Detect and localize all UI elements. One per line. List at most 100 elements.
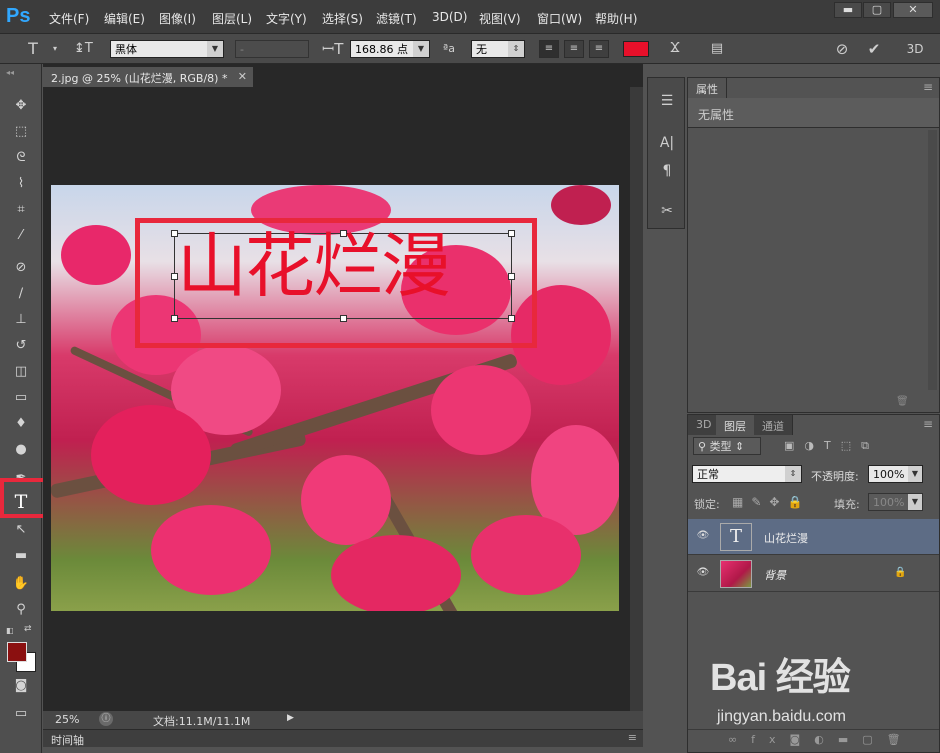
blossom [91, 405, 211, 505]
font-size-value: 168.86 点 [355, 43, 408, 56]
font-style-value: - [240, 43, 244, 56]
align-left-button[interactable]: ≡ [539, 40, 559, 58]
menu-image[interactable]: 图像(I) [159, 10, 196, 27]
panel-menu-icon[interactable]: ≡ [628, 731, 637, 744]
chevron-down-icon[interactable]: ▾ [46, 41, 64, 57]
crop-tool-icon[interactable]: ⌗ [9, 200, 33, 220]
warp-text-icon[interactable]: Ϫ [666, 41, 684, 57]
zoom-level[interactable]: 25% [55, 713, 79, 726]
align-right-button[interactable]: ≡ [589, 40, 609, 58]
font-style-select[interactable]: - [235, 40, 309, 58]
timeline-panel-bar[interactable]: 时间轴 ≡ [43, 729, 643, 747]
lock-icons[interactable]: ▦✎✥🔒 [732, 495, 810, 509]
gradient-tool-icon[interactable]: ▭ [9, 388, 33, 408]
menu-window[interactable]: 窗口(W) [537, 10, 582, 27]
menu-3d[interactable]: 3D(D) [432, 10, 467, 24]
text-orientation-icon[interactable]: ↨T [74, 41, 93, 57]
layer-filter-select[interactable]: ⚲ 类型 ⇕ [693, 437, 761, 455]
lasso-tool-icon[interactable]: ᘓ [9, 148, 33, 168]
chevron-down-icon: ▼ [207, 41, 223, 57]
character-panel-icon[interactable]: A| [658, 134, 676, 152]
document-size: 文档:11.1M/11.1M [153, 715, 251, 728]
shape-tool-icon[interactable]: ▬ [9, 546, 33, 566]
layer-name[interactable]: 山花烂漫 [764, 530, 808, 546]
cancel-icon[interactable]: ⊘ [833, 41, 851, 57]
opacity-value: 100% [873, 468, 905, 481]
menu-edit[interactable]: 编辑(E) [104, 10, 145, 27]
text-color-swatch[interactable] [623, 41, 649, 57]
minimize-button[interactable]: ▬ [834, 2, 862, 18]
tab-channels[interactable]: 通道 [754, 415, 793, 435]
path-select-tool-icon[interactable]: ↖ [9, 520, 33, 540]
status-info-icon[interactable]: ⓘ [99, 712, 113, 726]
font-family-select[interactable]: 黑体 ▼ [110, 40, 224, 58]
marquee-tool-icon[interactable]: ⬚ [9, 122, 33, 142]
blossom [301, 455, 391, 545]
menu-select[interactable]: 选择(S) [322, 10, 363, 27]
blossom [331, 535, 461, 611]
layer-filter-icons[interactable]: ▣◑T⬚⧉ [784, 439, 879, 453]
collapse-icon[interactable]: ◂◂ [6, 68, 14, 77]
screen-mode-icon[interactable]: ▭ [9, 704, 33, 724]
align-center-button[interactable]: ≡ [564, 40, 584, 58]
no-properties-text: 无属性 [698, 108, 735, 122]
menu-file[interactable]: 文件(F) [49, 10, 89, 27]
maximize-button[interactable]: ▢ [863, 2, 891, 18]
eraser-tool-icon[interactable]: ◫ [9, 362, 33, 382]
vertical-scrollbar[interactable] [630, 87, 643, 711]
clone-stamp-tool-icon[interactable]: ⊥ [9, 310, 33, 330]
menu-help[interactable]: 帮助(H) [595, 10, 637, 27]
options-bar: T ▾ ↨T 黑体 ▼ - ꟷT 168.86 点 ▼ ªa 无 ⇕ ≡ ≡ ≡ Ϫ … [0, 34, 940, 64]
blend-mode-select[interactable]: 正常 ⇕ [692, 465, 802, 483]
eye-icon[interactable]: 👁 [696, 530, 710, 542]
blur-tool-icon[interactable]: ♦ [9, 414, 33, 434]
menu-layer[interactable]: 图层(L) [212, 10, 252, 27]
eyedropper-tool-icon[interactable]: ⁄ [9, 226, 33, 246]
layer-row-background[interactable]: 👁 背景 🔒 [688, 556, 939, 592]
layer-name[interactable]: 背景 [764, 567, 786, 583]
properties-tab[interactable]: 属性 [688, 78, 727, 98]
type-tool-preset-icon[interactable]: T [24, 41, 42, 57]
tool-presets-icon[interactable]: ✂ [658, 202, 676, 220]
font-size-input[interactable]: 168.86 点 ▼ [350, 40, 430, 58]
healing-brush-tool-icon[interactable]: ⊘ [9, 258, 33, 278]
panel-menu-icon[interactable]: ≡ [923, 417, 933, 431]
menu-view[interactable]: 视图(V) [479, 10, 521, 27]
document-tab[interactable]: 2.jpg @ 25% (山花烂漫, RGB/8) * ✕ [43, 67, 253, 87]
antialias-icon: ªa [443, 42, 455, 55]
commit-icon[interactable]: ✔ [865, 41, 883, 57]
baidu-watermark-url: jingyan.baidu.com [717, 708, 846, 725]
move-tool-icon[interactable]: ✥ [9, 96, 33, 116]
close-icon[interactable]: ✕ [238, 70, 247, 83]
history-panel-icon[interactable]: ☰ [658, 92, 676, 110]
quick-select-tool-icon[interactable]: ⌇ [9, 174, 33, 194]
menu-filter[interactable]: 滤镜(T) [376, 10, 417, 27]
tab-layers[interactable]: 图层 [716, 415, 755, 435]
layer-row-text[interactable]: 👁 T 山花烂漫 [688, 519, 939, 555]
foreground-color-swatch[interactable] [7, 642, 27, 662]
trash-icon[interactable]: 🗑 [896, 396, 909, 407]
eye-icon[interactable]: 👁 [696, 567, 710, 579]
panel-menu-icon[interactable]: ≡ [923, 80, 933, 94]
status-menu-arrow-icon[interactable]: ▶ [287, 713, 294, 723]
hand-tool-icon[interactable]: ✋ [9, 574, 33, 594]
opacity-input[interactable]: 100% ▼ [868, 465, 923, 483]
text-layer-thumbnail-icon: T [720, 523, 752, 551]
character-panel-icon[interactable]: ▤ [708, 41, 726, 57]
properties-scrollbar[interactable] [928, 130, 937, 390]
menu-type[interactable]: 文字(Y) [266, 10, 307, 27]
quick-mask-icon[interactable]: ◙ [9, 676, 33, 696]
close-button[interactable]: ✕ [893, 2, 933, 18]
fill-value: 100% [873, 496, 905, 509]
paragraph-panel-icon[interactable]: ¶ [658, 162, 676, 180]
history-brush-tool-icon[interactable]: ↺ [9, 336, 33, 356]
default-colors-icon[interactable]: ◧ [6, 626, 14, 635]
zoom-tool-icon[interactable]: ⚲ [9, 600, 33, 620]
antialias-select[interactable]: 无 ⇕ [471, 40, 525, 58]
layer-actions-icons[interactable]: ∞fx◙◐▬▢🗑 [728, 733, 915, 746]
3d-button[interactable]: 3D [903, 41, 927, 57]
dodge-tool-icon[interactable]: ● [9, 440, 33, 460]
fill-input[interactable]: 100% ▼ [868, 493, 923, 511]
brush-tool-icon[interactable]: ∕ [9, 284, 33, 304]
swap-colors-icon[interactable]: ⇄ [24, 624, 32, 634]
